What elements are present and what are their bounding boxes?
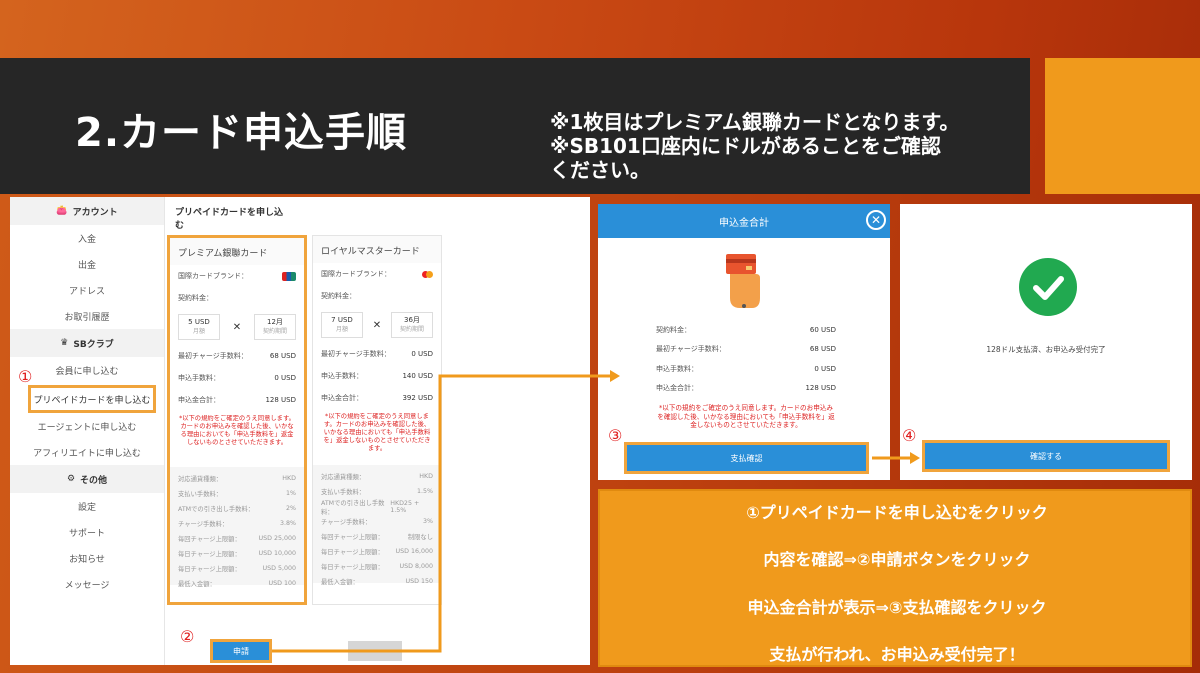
title-accent-block bbox=[1045, 58, 1200, 194]
apply-fee-row: 申込手数料： 0 USD bbox=[178, 374, 296, 382]
monthly-fee-box: 7 USD 月額 bbox=[321, 312, 363, 338]
sidebar-item-withdraw[interactable]: 出金 bbox=[10, 251, 164, 277]
close-icon[interactable]: ✕ bbox=[866, 210, 886, 230]
slide-title: 2.カード申込手順 bbox=[75, 110, 408, 156]
summary-row: 最初チャージ手数料： 68 USD bbox=[656, 345, 836, 354]
sidebar-item-affiliate[interactable]: アフィリエイトに申し込む bbox=[10, 439, 164, 465]
card-royal-master[interactable]: ロイヤルマスターカード 国際カードブランド： 契約料金： 7 USD 月額 ✕ … bbox=[312, 235, 442, 605]
card-premium-unionpay[interactable]: プレミアム銀聯カード 国際カードブランド： 契約料金： 5 USD 月額 ✕ 1… bbox=[167, 235, 307, 605]
detail-row: チャージ手数料： 3.8% bbox=[178, 520, 296, 528]
apply-button[interactable]: 申請 bbox=[210, 639, 272, 663]
card-fee-row: 契約料金： bbox=[178, 294, 213, 302]
sidebar-item-news[interactable]: お知らせ bbox=[10, 545, 164, 571]
mastercard-icon bbox=[422, 270, 433, 278]
apply-button-disabled[interactable] bbox=[348, 641, 402, 661]
hand-card-icon bbox=[726, 254, 760, 308]
sidebar-header-account: 👛 アカウント bbox=[10, 197, 164, 225]
card-details: 対応通貨種類： HKD 支払い手数料： 1% ATMでの引き出し手数料： 2% チャー… bbox=[170, 467, 304, 588]
apply-fee-row: 申込手数料： 140 USD bbox=[321, 372, 433, 380]
contract-term-box: 12月 契約期間 bbox=[253, 314, 296, 340]
gear-icon: ⚙ bbox=[66, 474, 76, 484]
note-line: ください。 bbox=[550, 158, 650, 182]
terms-note: *以下の規約をご確定のうえ同意します。カードのお申込みを確認した後、いかなる理由… bbox=[323, 413, 431, 452]
detail-row: 支払い手数料： 1% bbox=[178, 490, 296, 498]
multiply-icon: ✕ bbox=[372, 319, 382, 331]
instruction-step: 申込金合計が表示⇒③支払確認をクリック bbox=[747, 598, 1047, 617]
card-title: ロイヤルマスターカード bbox=[313, 236, 441, 263]
sidebar-item-deposit[interactable]: 入金 bbox=[10, 225, 164, 251]
instruction-step: ①プリペイドカードを申し込むをクリック bbox=[746, 503, 1048, 522]
card-brand-row: 国際カードブランド： bbox=[170, 265, 304, 287]
completion-panel: 128ドル支払済、お申込み受付完了 確認する ④ bbox=[900, 204, 1192, 480]
multiply-icon: ✕ bbox=[232, 321, 242, 333]
contract-term-box: 36月 契約期間 bbox=[390, 312, 433, 338]
instruction-step: 内容を確認⇒②申請ボタンをクリック bbox=[763, 550, 1031, 569]
modal-terms-note: *以下の規約をご確定のうえ同意します。カードのお申込みを確認した後、いかなる理由… bbox=[657, 404, 835, 429]
detail-row: 毎日チャージ上限額： USD 5,000 bbox=[178, 565, 296, 573]
sidebar-item-support[interactable]: サポート bbox=[10, 519, 164, 545]
card-fee-row: 契約料金： bbox=[321, 292, 356, 300]
total-row: 申込金合計： 392 USD bbox=[321, 394, 433, 402]
note-line: ※SB101口座内にドルがあることをご確認 bbox=[550, 134, 941, 158]
detail-row: 対応通貨種類： HKD bbox=[178, 475, 296, 483]
sidebar-item-prepaid-card[interactable]: プリペイドカードを申し込む bbox=[28, 385, 156, 413]
confirm-button[interactable]: 確認する bbox=[922, 440, 1170, 472]
check-circle-icon bbox=[1019, 258, 1077, 316]
completion-message: 128ドル支払済、お申込み受付完了 bbox=[986, 345, 1106, 354]
modal-summary: 契約料金： 60 USD 最初チャージ手数料： 68 USD 申込手数料： 0 USD… bbox=[656, 320, 836, 398]
summary-row: 申込金合計： 128 USD bbox=[656, 384, 836, 393]
app-screenshot: 👛 アカウント 入金 出金 アドレス お取引履歴 ♛ SBクラブ 会員に申し込む… bbox=[10, 197, 590, 665]
crown-icon: ♛ bbox=[60, 338, 69, 348]
total-row: 申込金合計： 128 USD bbox=[178, 396, 296, 404]
confirm-payment-button[interactable]: 支払確認 bbox=[624, 442, 869, 474]
card-title: プレミアム銀聯カード bbox=[170, 238, 304, 265]
summary-row: 契約料金： 60 USD bbox=[656, 325, 836, 334]
detail-row: ATMでの引き出し手数料： HKD25 + 1.5% bbox=[321, 499, 420, 516]
sidebar-item-address[interactable]: アドレス bbox=[10, 277, 164, 303]
unionpay-icon bbox=[282, 271, 296, 281]
sidebar-item-agent[interactable]: エージェントに申し込む bbox=[10, 413, 164, 439]
detail-row: 毎回チャージ上限額： USD 25,000 bbox=[178, 535, 296, 543]
payment-modal: 申込金合計 ✕ 契約料金： 60 USD 最初チャージ手数料： 68 USD 申込手… bbox=[598, 204, 890, 480]
sidebar-item-settings[interactable]: 設定 bbox=[10, 493, 164, 519]
card-brand-row: 国際カードブランド： bbox=[313, 263, 441, 285]
slide-notes: ※1枚目はプレミアム銀聯カードとなります。 ※SB101口座内にドルがあることを… bbox=[550, 110, 1010, 182]
step-marker-1: ① bbox=[18, 367, 33, 386]
sidebar: 👛 アカウント 入金 出金 アドレス お取引履歴 ♛ SBクラブ 会員に申し込む… bbox=[10, 197, 165, 665]
detail-row: 対応通貨種類： HKD bbox=[321, 473, 433, 481]
detail-row: 最低入金額： USD 100 bbox=[178, 580, 296, 588]
note-line: ※1枚目はプレミアム銀聯カードとなります。 bbox=[550, 110, 960, 134]
step-marker-2: ② bbox=[180, 627, 195, 646]
sidebar-item-messages[interactable]: メッセージ bbox=[10, 571, 164, 597]
detail-row: 毎日チャージ上限額： USD 16,000 bbox=[321, 548, 433, 556]
detail-row: 最低入金額： USD 150 bbox=[321, 578, 433, 586]
initial-charge-row: 最初チャージ手数料： 0 USD bbox=[321, 350, 433, 358]
monthly-fee-box: 5 USD 月額 bbox=[178, 314, 220, 340]
sidebar-header-other: ⚙ その他 bbox=[10, 465, 164, 493]
sidebar-item-member[interactable]: 会員に申し込む bbox=[10, 357, 164, 383]
card-fee-boxes: 7 USD 月額 ✕ 36月 契約期間 bbox=[313, 307, 441, 343]
card-fee-boxes: 5 USD 月額 ✕ 12月 契約期間 bbox=[170, 309, 304, 345]
detail-row: ATMでの引き出し手数料： 2% bbox=[178, 505, 296, 513]
wallet-icon: 👛 bbox=[56, 206, 68, 216]
sidebar-item-history[interactable]: お取引履歴 bbox=[10, 303, 164, 329]
instructions-box: ①プリペイドカードを申し込むをクリック 内容を確認⇒②申請ボタンをクリック 申込… bbox=[598, 489, 1192, 667]
card-details: 対応通貨種類： HKD 支払い手数料： 1.5% ATMでの引き出し手数料： HKD2… bbox=[313, 465, 441, 586]
modal-header: 申込金合計 ✕ bbox=[598, 204, 890, 238]
instruction-step: 支払が行われ、お申込み受付完了！ bbox=[769, 645, 1025, 664]
step-marker-3: ③ bbox=[608, 426, 623, 445]
summary-row: 申込手数料： 0 USD bbox=[656, 364, 836, 373]
initial-charge-row: 最初チャージ手数料： 68 USD bbox=[178, 352, 296, 360]
detail-row: 毎回チャージ上限額： 制限なし bbox=[321, 534, 433, 541]
sidebar-header-club: ♛ SBクラブ bbox=[10, 329, 164, 357]
detail-row: チャージ手数料： 3% bbox=[321, 518, 433, 526]
detail-row: 毎日チャージ上限額： USD 8,000 bbox=[321, 563, 433, 571]
detail-row: 毎日チャージ上限額： USD 10,000 bbox=[178, 550, 296, 558]
terms-note: *以下の規約をご確定のうえ同意します。カードのお申込みを確認した後、いかなる理由… bbox=[179, 415, 295, 446]
modal-title: 申込金合計 bbox=[719, 217, 769, 229]
step-marker-4: ④ bbox=[902, 426, 917, 445]
